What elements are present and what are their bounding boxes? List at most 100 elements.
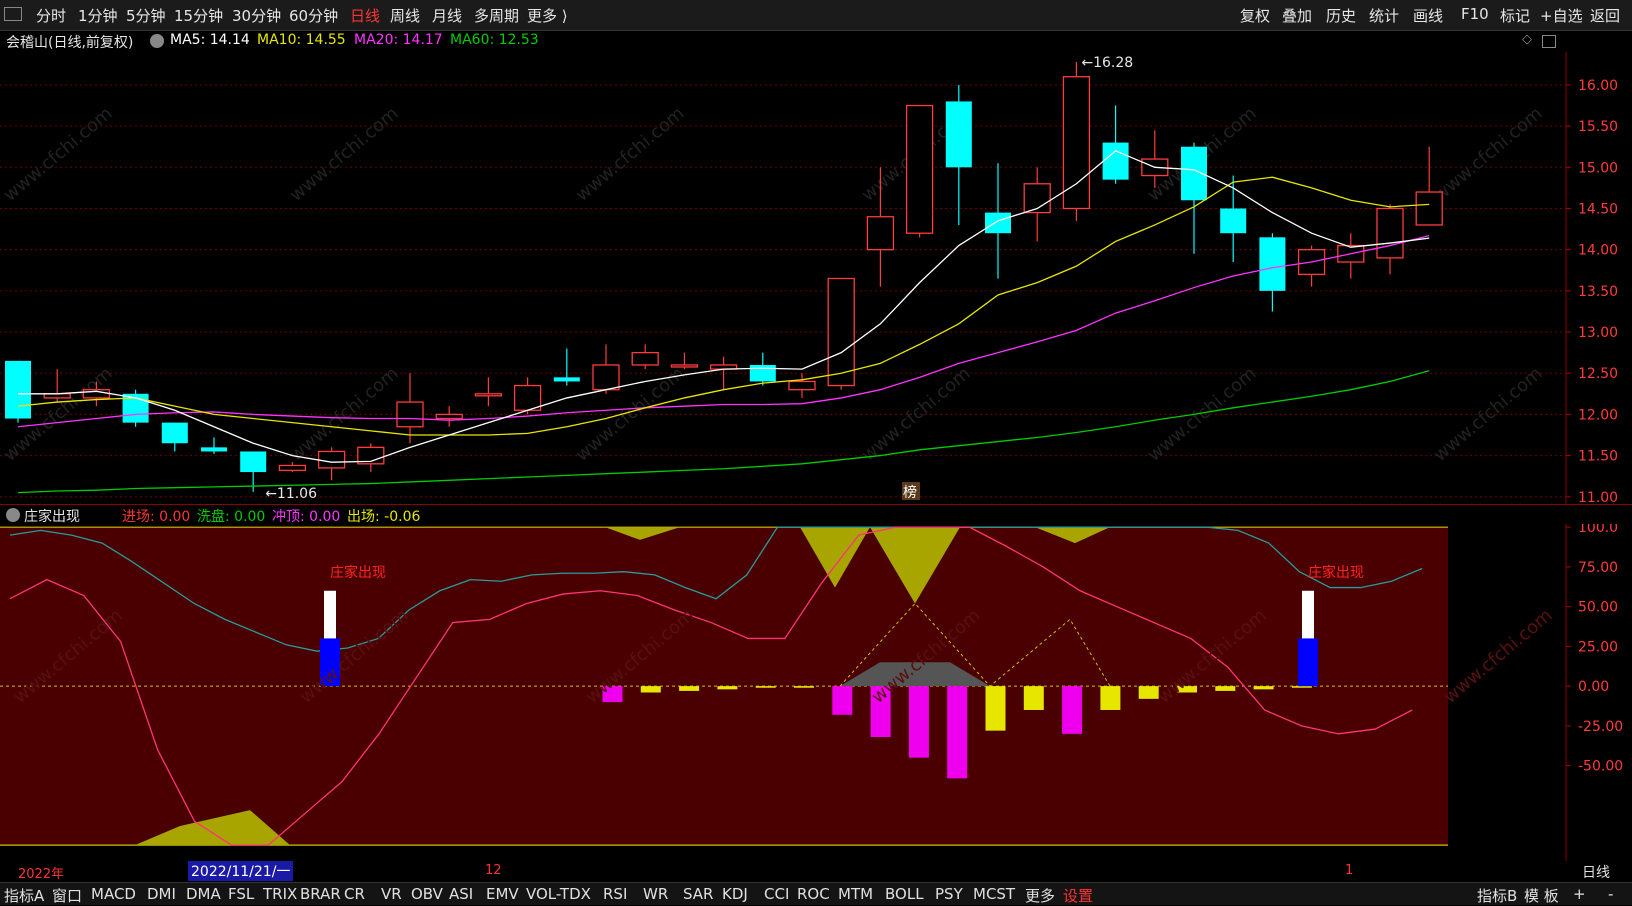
indicator-tab-5[interactable]: FSL [228, 885, 254, 903]
ma10-label: MA10: 14.55 [257, 32, 346, 48]
candle-body [788, 380, 816, 391]
indicator-tab-17[interactable]: KDJ [722, 885, 748, 903]
toolbar-right-item-4[interactable]: 画线 [1413, 5, 1443, 26]
watermark: www.cfchi.com [1430, 103, 1547, 206]
low-annotation: ←11.06 [265, 486, 317, 502]
toolbar-right-item-7[interactable]: +自选 [1540, 5, 1583, 26]
indicator-tab-1[interactable]: 窗口 [52, 885, 82, 906]
indicator-tab-18[interactable]: CCI [764, 885, 789, 903]
toolbar-right-item-8[interactable]: 返回 [1590, 5, 1620, 26]
indicator-tab-6[interactable]: TRIX [263, 885, 297, 903]
indicator-tab-8[interactable]: CR [344, 885, 365, 903]
osc-bar [832, 686, 853, 715]
candle [396, 373, 424, 444]
candle [43, 369, 71, 403]
indicator-tab-7[interactable]: BRAR [300, 885, 341, 903]
candle [5, 360, 31, 423]
indicator-tab-22[interactable]: PSY [935, 885, 963, 903]
candle [592, 344, 620, 394]
candle [905, 104, 934, 238]
candle [1102, 105, 1129, 184]
candle-body [1415, 191, 1443, 226]
candlestick-chart[interactable]: 16.00 15.50 15.00 14.50 14.00 13.50 13.00 12.50… [0, 52, 1632, 505]
toolbar-right-item-5[interactable]: F10 [1461, 5, 1489, 23]
entry-label: 进场: 0.00 [122, 509, 191, 525]
price-label: 13.50 [1578, 284, 1618, 300]
toolbar-item-2[interactable]: 5分钟 [126, 5, 166, 26]
toolbar-item-6[interactable]: 日线 [350, 5, 380, 26]
indicator-chart[interactable]: 100.0 75.00 50.00 25.00 0.00 -25.00 -50.00 庄家出现… [0, 524, 1632, 861]
bottom-right-item-3[interactable]: - [1608, 885, 1613, 903]
indicator-tab-10[interactable]: OBV [411, 885, 443, 903]
indicator-tab-23[interactable]: MCST [973, 885, 1015, 903]
candle-body [161, 422, 188, 444]
indicator-tab-4[interactable]: DMA [186, 885, 221, 903]
indicator-tab-9[interactable]: VR [381, 885, 402, 903]
cursor-date: 2022/11/21/一 [188, 861, 294, 881]
toolbar-item-8[interactable]: 月线 [432, 5, 462, 26]
toolbar-item-9[interactable]: 多周期 [474, 5, 519, 26]
indicator-tab-21[interactable]: BOLL [885, 885, 924, 903]
osc-bar [755, 686, 776, 688]
candle [709, 356, 738, 390]
candle [945, 84, 972, 225]
high-annotation: ←16.28 [1081, 55, 1133, 71]
indicator-name: 庄家出现 [24, 509, 80, 525]
indicator-tab-15[interactable]: WR [643, 885, 668, 903]
diamond-icon[interactable]: ◇ [1522, 32, 1532, 47]
toolbar-item-5[interactable]: 60分钟 [289, 5, 338, 26]
toolbar-item-7[interactable]: 周线 [390, 5, 420, 26]
month-12-label: 12 [485, 863, 502, 878]
wash-label: 洗盘: 0.00 [197, 509, 266, 525]
rank-badge: 榜 [903, 484, 917, 501]
bottom-right-item-2[interactable]: + [1573, 885, 1586, 903]
bottom-right-item-0[interactable]: 指标B [1477, 885, 1517, 906]
osc-bar [1023, 686, 1044, 710]
toolbar-item-3[interactable]: 15分钟 [174, 5, 223, 26]
candle [435, 406, 463, 427]
indicator-tab-11[interactable]: ASI [449, 885, 473, 903]
toolbar-right-item-2[interactable]: 历史 [1326, 5, 1356, 26]
period-label[interactable]: 日线 [1582, 862, 1610, 882]
toolbar-item-4[interactable]: 30分钟 [232, 5, 281, 26]
toolbar-right-item-6[interactable]: 标记 [1500, 5, 1530, 26]
candle [513, 377, 542, 415]
candle [1376, 204, 1404, 275]
toolbar-item-10[interactable]: 更多 ⟩ [527, 5, 568, 26]
sub-axis-label: 75.00 [1578, 560, 1618, 576]
indicator-tab-0[interactable]: 指标A [4, 885, 44, 906]
toolbar-item-0[interactable]: 分时 [36, 5, 66, 26]
candle-body [513, 384, 542, 411]
indicator-tab-3[interactable]: DMI [147, 885, 176, 903]
indicator-tab-14[interactable]: RSI [603, 885, 627, 903]
candle-body [1062, 76, 1091, 210]
window-menu-icon[interactable] [4, 7, 22, 21]
price-label: 15.00 [1578, 160, 1618, 176]
candle-body [592, 364, 620, 391]
bottom-right-item-1[interactable]: 模 板 [1524, 885, 1559, 906]
panel-toggle-icon[interactable] [1542, 35, 1556, 48]
price-label: 11.00 [1578, 490, 1618, 505]
toolbar-item-1[interactable]: 1分钟 [78, 5, 118, 26]
price-label: 13.00 [1578, 325, 1618, 341]
candle [161, 422, 188, 452]
toolbar-right-item-3[interactable]: 统计 [1369, 5, 1399, 26]
indicator-tab-13[interactable]: VOL-TDX [526, 885, 591, 903]
indicator-tab-19[interactable]: ROC [797, 885, 830, 903]
signal-label: 庄家出现 [330, 564, 386, 581]
indicator-tab-2[interactable]: MACD [91, 885, 136, 903]
sub-toggle-icon[interactable] [6, 508, 20, 522]
indicator-tab-20[interactable]: MTM [838, 885, 873, 903]
candle [1062, 61, 1091, 221]
candle-body [1220, 208, 1247, 234]
candle-body [749, 364, 776, 382]
sub-axis-label: 25.00 [1578, 639, 1618, 655]
indicator-tab-16[interactable]: SAR [683, 885, 713, 903]
toolbar-right-item-0[interactable]: 复权 [1240, 5, 1270, 26]
indicator-tab-12[interactable]: EMV [486, 885, 519, 903]
indicator-tab-25[interactable]: 设置 [1063, 885, 1093, 906]
indicator-tab-24[interactable]: 更多 [1025, 885, 1055, 906]
toolbar-right-item-1[interactable]: 叠加 [1282, 5, 1312, 26]
legend-toggle-icon[interactable] [150, 34, 164, 48]
candle-body [1102, 142, 1129, 180]
